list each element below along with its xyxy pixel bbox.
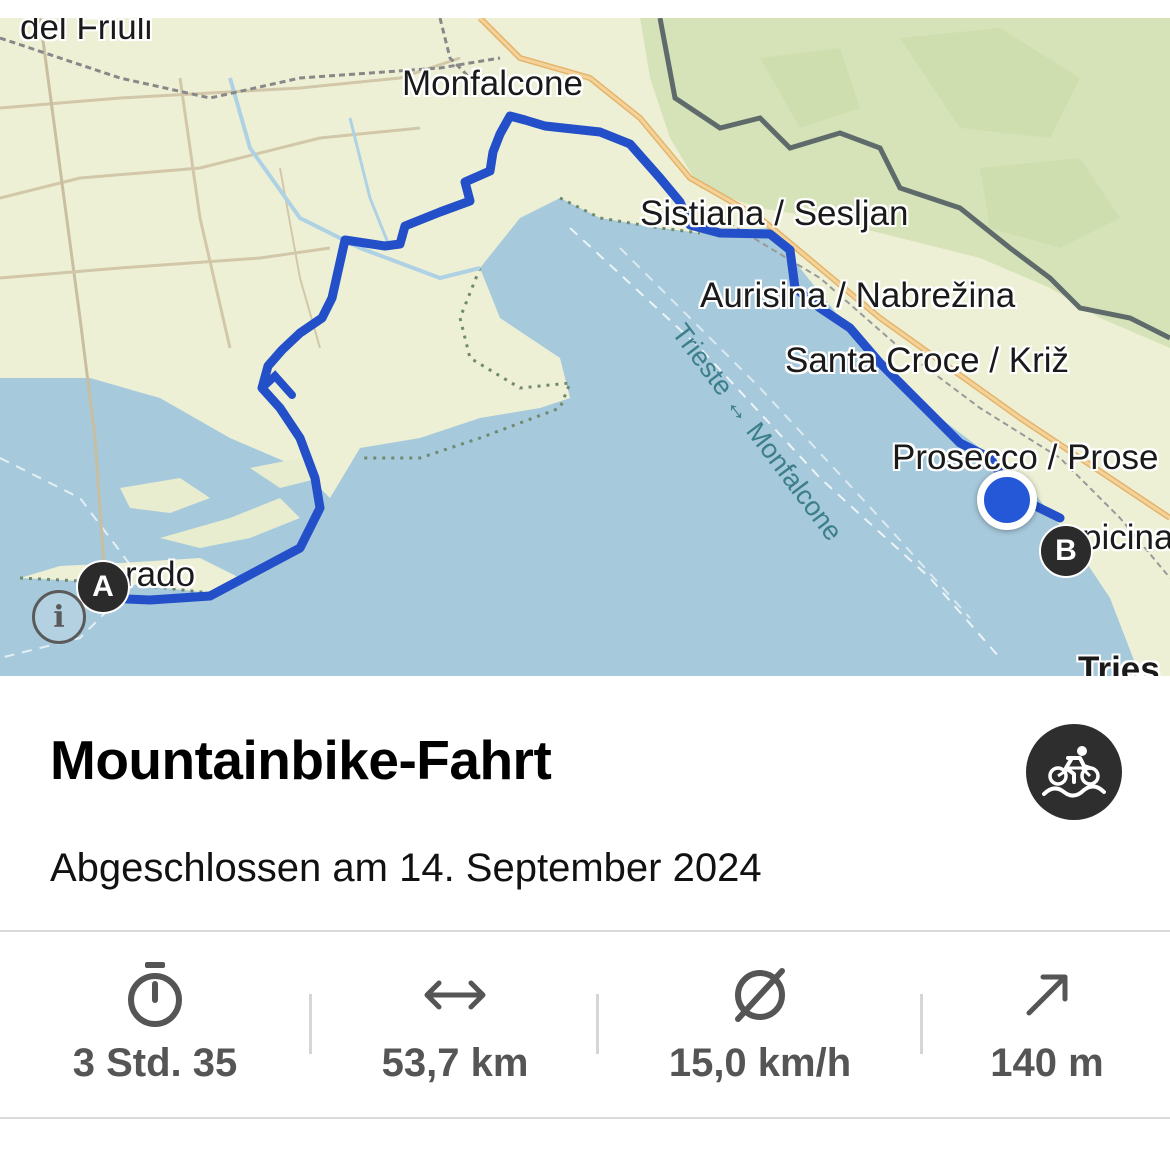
stat-speed-value: 15,0 km/h xyxy=(668,1041,852,1085)
place-aurisina: Aurisina / Nabrežina xyxy=(700,276,1016,315)
stat-separator xyxy=(596,994,599,1054)
completion-date: Abgeschlossen am 14. September 2024 xyxy=(50,846,762,890)
distance-arrows-icon xyxy=(325,955,585,1035)
start-marker[interactable]: A xyxy=(76,560,130,614)
elevation-gain-icon xyxy=(917,955,1170,1035)
place-sistiana: Sistiana / Sesljan xyxy=(640,194,909,233)
stat-duration: 3 Std. 35 xyxy=(25,955,285,1086)
mountain-bike-icon xyxy=(1026,724,1122,820)
stat-speed: 15,0 km/h xyxy=(630,955,890,1086)
stat-elevation: 140 m xyxy=(917,955,1170,1086)
divider-top xyxy=(0,930,1170,932)
stopwatch-icon xyxy=(25,955,285,1035)
stat-distance: 53,7 km xyxy=(325,955,585,1086)
route-map[interactable]: Monfalcone Sistiana / Sesljan Aurisina /… xyxy=(0,18,1170,676)
place-friuli: del Friuli xyxy=(20,18,153,47)
divider-bottom xyxy=(0,1117,1170,1119)
place-monfalcone: Monfalcone xyxy=(402,64,583,103)
end-marker[interactable]: B xyxy=(1039,524,1093,578)
average-speed-icon xyxy=(630,955,890,1035)
stat-duration-value: 3 Std. 35 xyxy=(72,1041,238,1085)
map-info-icon[interactable]: i xyxy=(32,590,86,644)
stat-distance-value: 53,7 km xyxy=(381,1041,529,1085)
stat-elevation-value: 140 m xyxy=(990,1041,1104,1085)
place-opicina: picina xyxy=(1082,518,1170,557)
place-prosecco: Prosecco / Prose xyxy=(892,438,1159,477)
place-grado: rado xyxy=(125,555,196,594)
status-strip xyxy=(0,0,1170,18)
place-trieste: Tries xyxy=(1078,650,1160,676)
activity-title: Mountainbike-Fahrt xyxy=(50,729,552,791)
stat-separator xyxy=(309,994,312,1054)
current-location-dot xyxy=(977,470,1037,530)
place-santa-croce: Santa Croce / Križ xyxy=(785,341,1069,380)
